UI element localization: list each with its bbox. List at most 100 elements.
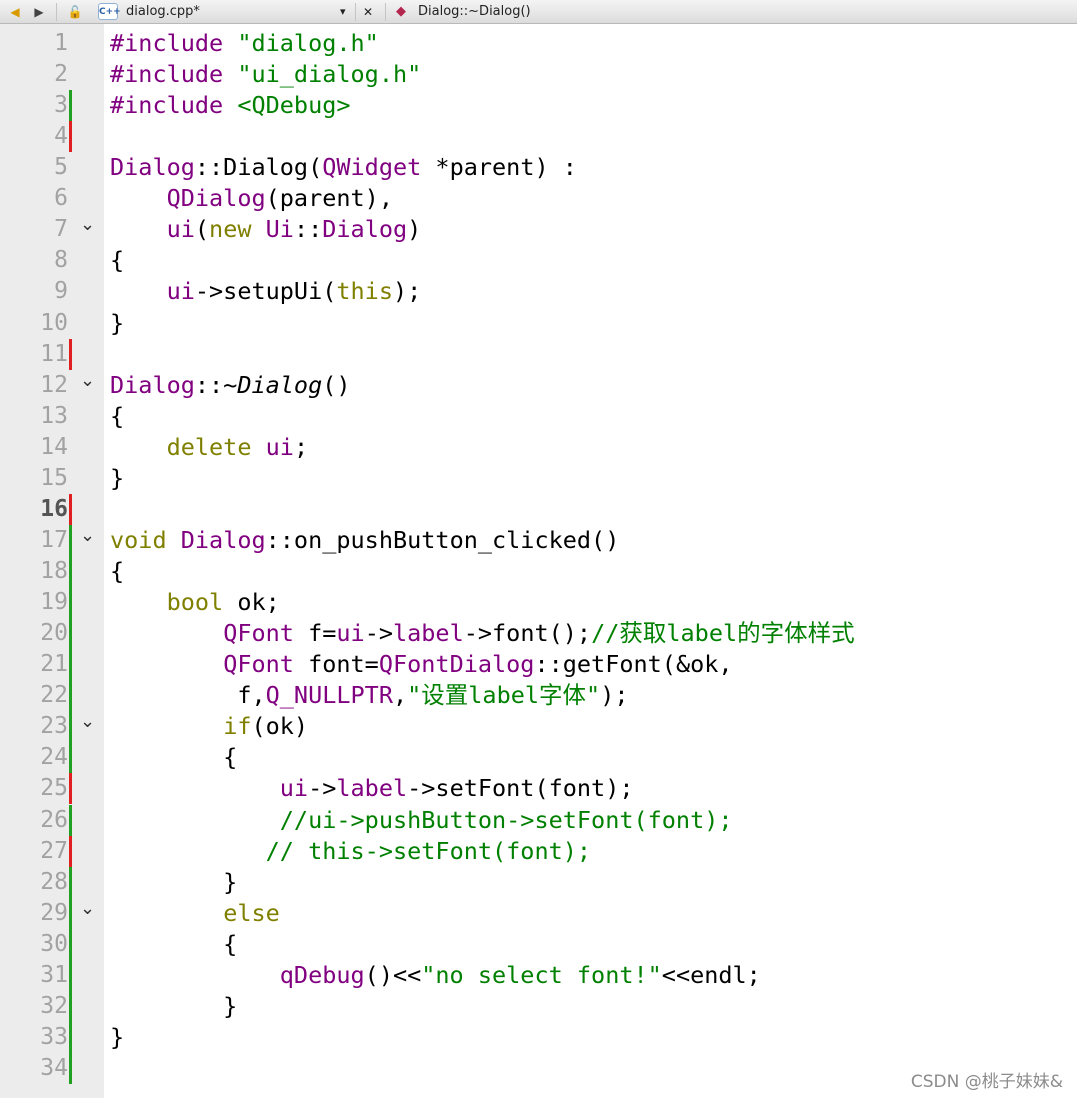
- code-text: else: [110, 898, 280, 929]
- code-token: {: [110, 929, 238, 958]
- code-line[interactable]: 15}: [0, 463, 967, 494]
- code-line[interactable]: 1 #include "dialog.h": [0, 28, 967, 59]
- line-number: 6: [54, 185, 68, 212]
- toolbar-divider: [355, 3, 356, 21]
- code-line[interactable]: 18 {: [0, 556, 967, 588]
- symbol-selector[interactable]: Dialog::~Dialog(): [418, 0, 531, 24]
- line-number: 24: [40, 744, 68, 771]
- code-line[interactable]: 31 qDebug()<<"no select font!"<<endl;: [0, 959, 967, 991]
- code-line[interactable]: 30 {: [0, 928, 967, 960]
- code-token: }: [110, 867, 238, 896]
- code-line[interactable]: 12 ⌄ Dialog::~Dialog(): [0, 370, 967, 401]
- line-number: 2: [54, 61, 68, 88]
- code-line[interactable]: 26 //ui->pushButton->setFont(font);: [0, 804, 967, 836]
- code-line[interactable]: 11: [0, 338, 967, 370]
- code-line[interactable]: 17 ⌄ void Dialog::on_pushButton_clicked(): [0, 524, 967, 556]
- code-text: }: [110, 308, 124, 339]
- code-text: #include "ui_dialog.h": [110, 59, 421, 90]
- code-token: QFont: [223, 619, 294, 648]
- saved-change-marker: [69, 680, 72, 712]
- close-icon[interactable]: ✕: [363, 0, 373, 24]
- code-line[interactable]: 29 ⌄ else: [0, 897, 967, 929]
- line-number: 31: [40, 961, 68, 988]
- back-arrow-icon[interactable]: ◀: [6, 0, 24, 24]
- code-text: // this->setFont(font);: [110, 836, 591, 867]
- lock-icon[interactable]: 🔓: [66, 0, 84, 24]
- code-line[interactable]: 5 Dialog::Dialog(QWidget *parent) :: [0, 152, 967, 183]
- code-line[interactable]: 19 bool ok;: [0, 587, 967, 619]
- code-line[interactable]: 6 QDialog(parent),: [0, 183, 967, 214]
- code-line[interactable]: 16: [0, 493, 967, 525]
- code-token: ui: [279, 774, 309, 803]
- code-line[interactable]: 13 {: [0, 401, 967, 432]
- code-token: ->: [308, 774, 337, 803]
- code-token: ui: [166, 215, 195, 244]
- code-token: ,: [392, 681, 408, 710]
- fold-chevron-icon[interactable]: ⌄: [80, 214, 95, 236]
- code-text: Dialog::Dialog(QWidget *parent) :: [110, 152, 577, 183]
- code-line[interactable]: 20 QFont f=ui->label->font();//获取label的字…: [0, 618, 967, 650]
- code-token: ): [407, 215, 422, 244]
- code-line[interactable]: 10}: [0, 308, 967, 339]
- code-line[interactable]: 23 ⌄ if(ok): [0, 711, 967, 743]
- code-line[interactable]: 24 {: [0, 742, 967, 774]
- code-line[interactable]: 32 }: [0, 990, 967, 1022]
- fold-chevron-icon[interactable]: ⌄: [80, 370, 95, 392]
- code-line[interactable]: 14 delete ui;: [0, 432, 967, 463]
- line-number: 1: [54, 30, 68, 56]
- line-number: 11: [40, 340, 68, 367]
- code-token: ->setFont(font);: [407, 774, 634, 803]
- code-text: {: [110, 556, 124, 587]
- code-text: {: [110, 401, 124, 432]
- fold-chevron-icon[interactable]: ⌄: [80, 898, 95, 920]
- code-token: ui: [265, 432, 294, 461]
- code-text: delete ui;: [110, 432, 309, 463]
- code-line[interactable]: 33}: [0, 1021, 967, 1053]
- line-number: 26: [40, 806, 68, 833]
- code-line[interactable]: 7 ⌄ ui(new Ui::Dialog): [0, 214, 967, 245]
- code-token: (ok): [251, 712, 309, 741]
- saved-change-marker: [69, 1021, 72, 1053]
- code-line[interactable]: 4: [0, 121, 967, 153]
- unsaved-change-marker: [69, 121, 72, 153]
- code-line[interactable]: 8{: [0, 245, 967, 276]
- code-line[interactable]: 21 QFont font=QFontDialog::getFont(&ok,: [0, 649, 967, 681]
- fold-chevron-icon[interactable]: ⌄: [80, 711, 95, 733]
- code-token: QDialog: [166, 184, 266, 213]
- code-line[interactable]: 22 f,Q_NULLPTR,"设置label字体");: [0, 680, 967, 712]
- code-token: }: [110, 1022, 125, 1051]
- saved-change-marker: [69, 711, 72, 743]
- code-line[interactable]: 25 ui->label->setFont(font);: [0, 773, 967, 805]
- file-name-label[interactable]: dialog.cpp*: [126, 0, 200, 24]
- code-token: (): [322, 370, 351, 399]
- line-number: 23: [40, 713, 68, 740]
- code-line[interactable]: 3 #include <QDebug>: [0, 90, 967, 122]
- toolbar-divider: [56, 3, 57, 21]
- chevron-down-icon[interactable]: ▾: [340, 0, 346, 24]
- editor-toolbar: ◀ ▶ 🔓 C++ dialog.cpp* ▾ ✕ ◆ Dialog::~Dia…: [0, 0, 1077, 24]
- code-line[interactable]: 9 ui->setupUi(this);: [0, 276, 967, 307]
- saved-change-marker: [69, 587, 72, 619]
- fold-chevron-icon[interactable]: ⌄: [80, 525, 95, 547]
- saved-change-marker: [69, 742, 72, 774]
- code-line[interactable]: 2 #include "ui_dialog.h": [0, 59, 967, 90]
- code-line[interactable]: 27 // this->setFont(font);: [0, 835, 967, 867]
- code-token: ;: [293, 432, 309, 461]
- code-token: void: [110, 525, 167, 554]
- code-line[interactable]: 28 }: [0, 866, 967, 898]
- code-text: Dialog::~Dialog(): [110, 370, 351, 401]
- line-number: 5: [54, 154, 68, 181]
- line-number: 25: [40, 775, 68, 802]
- saved-change-marker: [69, 897, 72, 929]
- code-token: ()<<: [364, 960, 422, 989]
- code-line[interactable]: 34: [0, 1052, 967, 1084]
- forward-arrow-icon[interactable]: ▶: [30, 0, 48, 24]
- line-number: 34: [40, 1054, 68, 1081]
- code-token: ->setupUi(: [194, 277, 337, 306]
